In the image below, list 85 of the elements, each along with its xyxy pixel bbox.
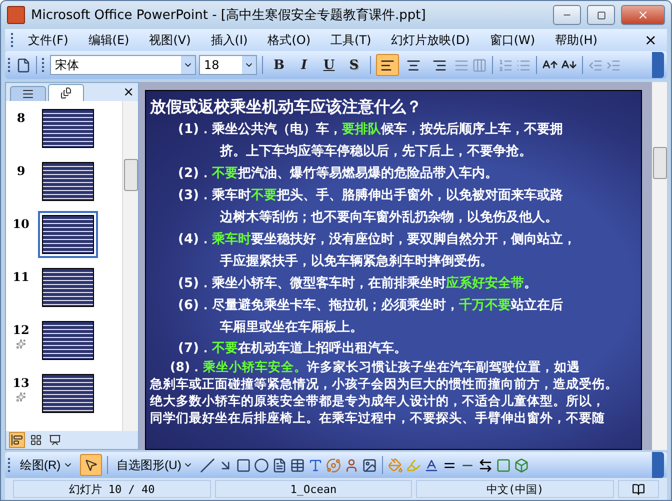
slide-show-icon [49, 434, 61, 446]
language-status: 中文(中国) [416, 480, 614, 498]
menu-item[interactable]: 编辑(E) [80, 30, 138, 50]
slide-text-line: 绝大多数小轿车的原装安全带都是专为成年人设计的，不适合儿童体型。所以， [150, 392, 606, 409]
slide-title: 放假或返校乘坐机动车应该注意什么？ [150, 96, 423, 118]
text-style-button[interactable]: S [343, 54, 365, 76]
slide-number: 13 [12, 376, 30, 390]
diagram-icon[interactable] [326, 458, 342, 472]
menu-item[interactable]: 帮助(H) [547, 30, 606, 50]
slide-text-line: 同学们最好坐在后排座椅上。在乘车过程中，不要探头、手臂伸出窗外，不要随 [150, 409, 606, 426]
maximize-icon [596, 10, 606, 20]
slide-number: 10 [12, 217, 30, 231]
normal-view-button[interactable] [9, 432, 25, 448]
slide-text-line: 挤。上下车均应等车停稳以后，先下后上，不要争抢。 [218, 142, 533, 161]
scrollbar[interactable] [122, 101, 138, 431]
align-center-icon [406, 58, 421, 72]
menu-item[interactable]: 格式(O) [260, 30, 319, 50]
menu-item[interactable]: 窗口(W) [482, 30, 544, 50]
draw-menu-button[interactable]: 绘图(R) [16, 454, 77, 476]
slide-number: 8 [16, 111, 26, 125]
text-style-button[interactable]: I [293, 54, 315, 76]
slide-text-line: 车厢里或坐在车厢板上。 [219, 318, 364, 337]
autoshapes-menu-button[interactable]: 自选图形(U) [112, 454, 198, 476]
outline-tab[interactable] [10, 86, 46, 101]
slide-text-line: 边树木等刮伤；也不要向车窗外乱扔杂物，以免伤及他人。 [219, 208, 559, 227]
window-title: Microsoft Office PowerPoint - [高中生寒假安全专题教育课件.ppt] [31, 6, 427, 24]
pointer-icon [84, 458, 98, 472]
scrollbar[interactable] [652, 82, 667, 450]
slide-number: 9 [16, 164, 26, 178]
slide-text-line: (2)．不要把汽油、爆竹等易燃易爆的危险品带入车内。 [177, 164, 499, 183]
maximize-button[interactable] [587, 5, 615, 25]
grid-view-button[interactable] [28, 432, 44, 448]
slide-text-line: (1)．乘坐公共汽（电）车，要排队候车，按先后顺序上车，不要拥 [177, 120, 564, 139]
close-pane-button[interactable]: × [123, 84, 134, 100]
outline-icon [22, 88, 34, 100]
font-size-field[interactable]: 18 [199, 55, 257, 75]
slide-text-line: (8)．乘坐小轿车安全。许多家长习惯让孩子坐在汽车副驾驶位置，如遇 [169, 358, 582, 375]
text-box-icon[interactable] [272, 458, 288, 472]
select-button[interactable] [80, 454, 102, 476]
align-right-icon [432, 58, 447, 72]
slide-thumbnail[interactable] [38, 211, 98, 258]
line-color-icon[interactable] [406, 458, 422, 472]
line-icon[interactable] [200, 458, 216, 472]
slide-number: 11 [12, 270, 30, 284]
normal-view-icon [11, 434, 23, 446]
wordart-icon[interactable] [308, 458, 324, 472]
text-style-button[interactable]: U [318, 54, 340, 76]
close-button[interactable] [621, 5, 665, 25]
slide-text-line: (4)．乘车时要坐稳扶好，没有座位时，要双脚自然分开，侧向站立， [177, 230, 577, 249]
3d-icon[interactable] [514, 458, 530, 472]
align-left-icon [380, 58, 395, 72]
new-file-icon[interactable] [16, 58, 31, 72]
design-name: 1_Ocean [214, 480, 412, 498]
slide-count: 幻灯片 10 / 40 [13, 480, 211, 498]
slide-text-line: (3)．乘车时不要把头、手、胳膊伸出手窗外，以免被对面来车或路 [177, 186, 564, 205]
slide-show-button[interactable] [47, 432, 63, 448]
clip-art-icon[interactable] [344, 458, 360, 472]
slide-text-line: (6)．尽量避免乘坐卡车、拖拉机；必须乘坐时，千万不要站立在后 [177, 296, 564, 315]
slides-tab[interactable] [48, 84, 84, 101]
ellipse-icon[interactable] [254, 458, 270, 472]
menu-item[interactable]: 视图(V) [141, 30, 199, 50]
close-icon [637, 9, 649, 21]
align-left-button[interactable] [376, 54, 399, 76]
menu-item[interactable]: 插入(I) [202, 30, 256, 50]
app-icon [7, 6, 25, 24]
text-style-button[interactable]: B [268, 54, 290, 76]
slide-text-line: 急刹车或正面碰撞等紧急情况，小孩子会因为巨大的惯性而撞向前方，造成受伤。 [150, 375, 619, 392]
slide-number: 12 [12, 323, 30, 337]
slide-text-line: 手应握紧扶手，以免车辆紧急刹车时摔倒受伤。 [219, 252, 494, 271]
fill-color-icon[interactable] [388, 458, 404, 472]
spelling-icon [632, 482, 645, 496]
rectangle-icon[interactable] [236, 458, 252, 472]
slide-text-line: (5)．乘坐小轿车、微型客车时，在前排乘坐时应系好安全带。 [177, 274, 538, 293]
menu-item[interactable]: 工具(T) [322, 30, 380, 50]
slide-text-line: (7)．不要在机动车道上招呼出租汽车。 [177, 340, 408, 358]
font-color-icon[interactable] [424, 458, 440, 472]
close-menu-button[interactable]: × [640, 31, 661, 49]
picture-icon[interactable] [362, 458, 378, 472]
grid-view-icon [30, 434, 42, 446]
menu-item[interactable]: 幻灯片放映(D) [383, 30, 478, 50]
minimize-button[interactable] [553, 5, 581, 25]
arrow-style-icon[interactable] [478, 458, 494, 472]
font-field[interactable]: 宋体 [50, 55, 196, 75]
menu-item[interactable]: 文件(F) [20, 30, 76, 50]
slide-icon [60, 87, 72, 99]
